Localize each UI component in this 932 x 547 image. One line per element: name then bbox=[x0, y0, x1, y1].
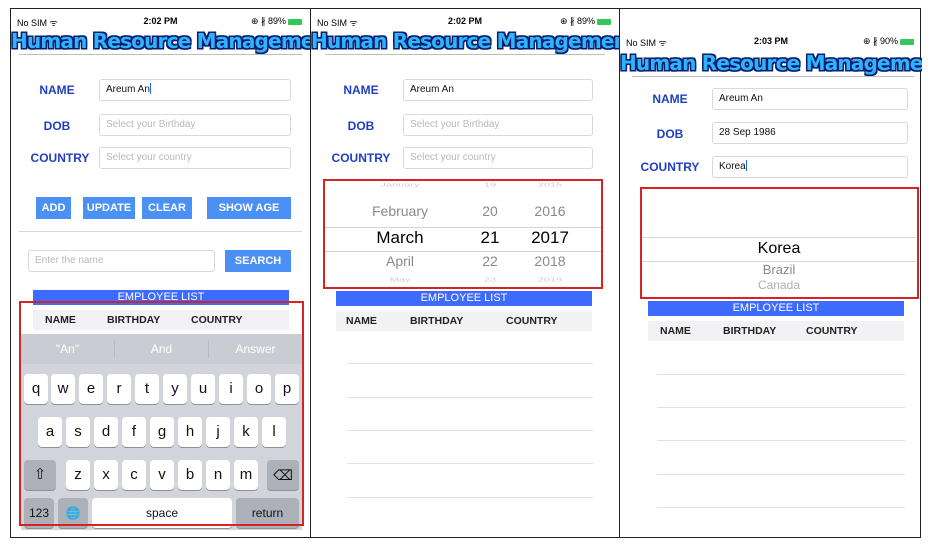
table-row bbox=[657, 374, 905, 375]
title-divider bbox=[19, 54, 302, 55]
column-name: NAME bbox=[346, 315, 377, 327]
battery-indicator: ⊕ ∦ 90% bbox=[863, 36, 914, 47]
table-row bbox=[347, 463, 593, 464]
clear-button[interactable]: CLEAR bbox=[142, 197, 192, 219]
country-label: COUNTRY bbox=[640, 160, 700, 174]
name-field[interactable]: Areum An bbox=[99, 79, 291, 101]
show-age-button[interactable]: SHOW AGE bbox=[207, 197, 291, 219]
country-field[interactable]: Korea bbox=[712, 156, 908, 178]
name-label: NAME bbox=[39, 83, 75, 97]
table-row bbox=[657, 507, 905, 508]
battery-icon bbox=[288, 18, 302, 25]
country-field[interactable]: Select your country bbox=[403, 147, 593, 169]
dob-field[interactable]: Select your Birthday bbox=[403, 114, 593, 136]
table-row bbox=[657, 440, 905, 441]
phone-screen-keyboard: No SIM ᯤ 2:02 PM ⊕ ∦ 89% Human Resource … bbox=[11, 9, 310, 537]
app-title: Human Resource Management bbox=[11, 29, 310, 53]
title-divider bbox=[325, 54, 605, 55]
name-field[interactable]: Areum An bbox=[712, 88, 908, 110]
dob-label: DOB bbox=[43, 119, 71, 133]
phone-screen-date-picker: No SIM ᯤ 2:02 PM ⊕ ∦ 89% Human Resource … bbox=[311, 9, 619, 537]
column-name: NAME bbox=[660, 325, 691, 337]
table-row bbox=[347, 497, 593, 498]
update-button[interactable]: UPDATE bbox=[83, 197, 135, 219]
battery-icon bbox=[597, 18, 611, 25]
table-row bbox=[657, 407, 905, 408]
app-title: Human Resource Management bbox=[620, 51, 922, 75]
country-label: COUNTRY bbox=[30, 151, 90, 165]
employee-list-title: EMPLOYEE LIST bbox=[336, 291, 592, 306]
dob-field[interactable]: 28 Sep 1986 bbox=[712, 122, 908, 144]
dob-label: DOB bbox=[656, 127, 684, 141]
screenshot-collage: No SIM ᯤ 2:02 PM ⊕ ∦ 89% Human Resource … bbox=[10, 8, 922, 538]
column-birthday: BIRTHDAY bbox=[410, 315, 464, 327]
table-row bbox=[657, 474, 905, 475]
name-field[interactable]: Areum An bbox=[403, 79, 593, 101]
dob-field[interactable]: Select your Birthday bbox=[99, 114, 291, 136]
add-button[interactable]: ADD bbox=[36, 197, 71, 219]
status-bar: No SIM ᯤ 2:03 PM ⊕ ∦ 90% bbox=[620, 36, 922, 52]
highlight-box bbox=[640, 187, 919, 299]
app-title: Human Resource Management bbox=[311, 29, 619, 53]
battery-icon bbox=[900, 38, 914, 45]
employee-list-title: EMPLOYEE LIST bbox=[648, 301, 904, 316]
search-button[interactable]: SEARCH bbox=[225, 250, 291, 272]
country-label: COUNTRY bbox=[331, 151, 391, 165]
phone-screen-country-picker: No SIM ᯤ 2:03 PM ⊕ ∦ 90% Human Resource … bbox=[620, 9, 922, 537]
name-label: NAME bbox=[343, 83, 379, 97]
highlight-box bbox=[19, 301, 304, 526]
dob-label: DOB bbox=[347, 119, 375, 133]
search-input[interactable]: Enter the name bbox=[28, 250, 215, 272]
employee-list-header: NAME BIRTHDAY COUNTRY bbox=[336, 311, 592, 331]
section-divider bbox=[19, 231, 302, 232]
table-row bbox=[347, 430, 593, 431]
employee-list-header: NAME BIRTHDAY COUNTRY bbox=[648, 321, 904, 341]
title-divider bbox=[632, 76, 914, 77]
table-row bbox=[347, 397, 593, 398]
battery-indicator: ⊕ ∦ 89% bbox=[560, 16, 611, 27]
column-country: COUNTRY bbox=[806, 325, 858, 337]
column-country: COUNTRY bbox=[506, 315, 558, 327]
name-label: NAME bbox=[652, 92, 688, 106]
battery-indicator: ⊕ ∦ 89% bbox=[251, 16, 302, 27]
highlight-box bbox=[323, 179, 603, 289]
table-row bbox=[347, 363, 593, 364]
column-birthday: BIRTHDAY bbox=[723, 325, 777, 337]
country-field[interactable]: Select your country bbox=[99, 147, 291, 169]
